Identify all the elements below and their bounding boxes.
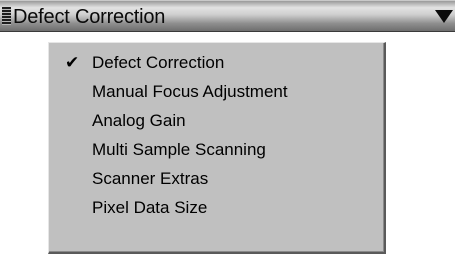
menu-item-label: Analog Gain [92,111,186,130]
menu-item-scanner-extras[interactable]: Scanner Extras [49,164,384,193]
menu-item-label: Multi Sample Scanning [92,140,266,159]
dropdown-selected-value: Defect Correction [13,6,166,28]
menu-item-label: Defect Correction [92,53,225,72]
menu-item-label: Manual Focus Adjustment [92,82,288,101]
panel-stage: Defect Correction ✔ Defect Correction Ma… [0,0,455,256]
menu-item-label: Pixel Data Size [92,198,208,217]
checkmark-icon: ✔ [65,53,80,72]
menu-item-manual-focus-adjustment[interactable]: Manual Focus Adjustment [49,77,384,106]
menu-item-label: Scanner Extras [92,169,209,188]
grip-lines-icon [2,7,11,25]
dropdown-popup-menu: ✔ Defect Correction Manual Focus Adjustm… [48,42,386,254]
triangle-down-icon[interactable] [435,10,453,23]
menu-item-multi-sample-scanning[interactable]: Multi Sample Scanning [49,135,384,164]
panel-selector-dropdown[interactable]: Defect Correction [0,0,455,32]
menu-item-pixel-data-size[interactable]: Pixel Data Size [49,193,384,222]
menu-item-analog-gain[interactable]: Analog Gain [49,106,384,135]
menu-item-defect-correction[interactable]: ✔ Defect Correction [49,48,384,77]
menu-list: ✔ Defect Correction Manual Focus Adjustm… [49,43,384,222]
